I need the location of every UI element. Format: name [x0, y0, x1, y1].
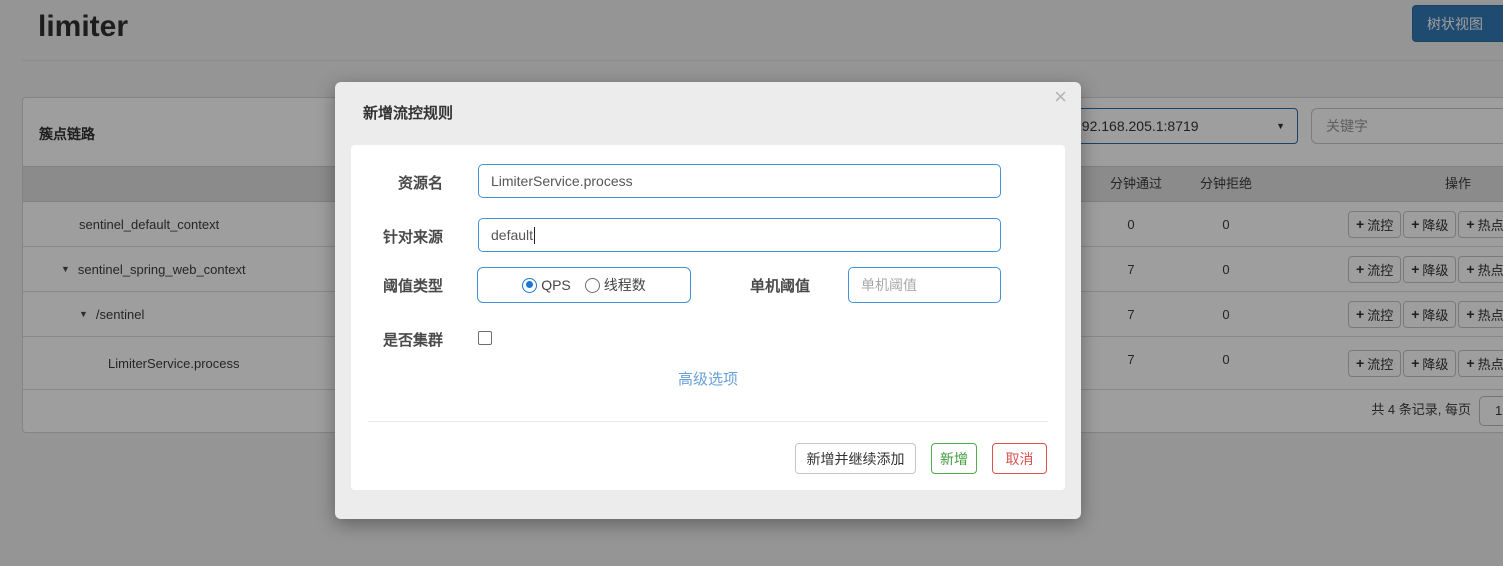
modal-title: 新增流控规则 [363, 102, 453, 123]
resource-name-label: 资源名 [351, 172, 443, 193]
cancel-button[interactable]: 取消 [992, 443, 1047, 474]
thread-count-radio[interactable]: 线程数 [585, 275, 646, 295]
cluster-label: 是否集群 [351, 329, 443, 350]
source-input[interactable]: default [478, 218, 1001, 252]
cluster-checkbox[interactable] [478, 331, 492, 345]
source-label: 针对来源 [351, 226, 443, 247]
threshold-type-group: QPS 线程数 [477, 267, 691, 303]
advanced-options-link[interactable]: 高级选项 [351, 368, 1065, 389]
form-divider [368, 421, 1048, 422]
threshold-type-label: 阈值类型 [351, 275, 443, 296]
close-icon[interactable]: × [1054, 86, 1067, 108]
radio-unselected-icon [585, 278, 600, 293]
add-and-continue-button[interactable]: 新增并继续添加 [795, 443, 916, 474]
single-threshold-label: 单机阈值 [750, 275, 810, 296]
add-button[interactable]: 新增 [931, 443, 977, 474]
single-threshold-input[interactable] [848, 267, 1001, 303]
modal-form: 资源名 针对来源 default 阈值类型 QPS 线程数 单机阈值 是 [351, 145, 1065, 490]
radio-selected-icon [522, 278, 537, 293]
qps-radio[interactable]: QPS [522, 277, 571, 293]
text-cursor [534, 227, 535, 244]
add-flow-rule-modal: 新增流控规则 × 资源名 针对来源 default 阈值类型 QPS 线程数 [335, 82, 1081, 519]
resource-name-input[interactable] [478, 164, 1001, 198]
source-input-value: default [491, 227, 533, 243]
app-window: limiter 树状视图 簇点链路 192.168.205.1:8719 ▼ 资… [0, 0, 1503, 566]
